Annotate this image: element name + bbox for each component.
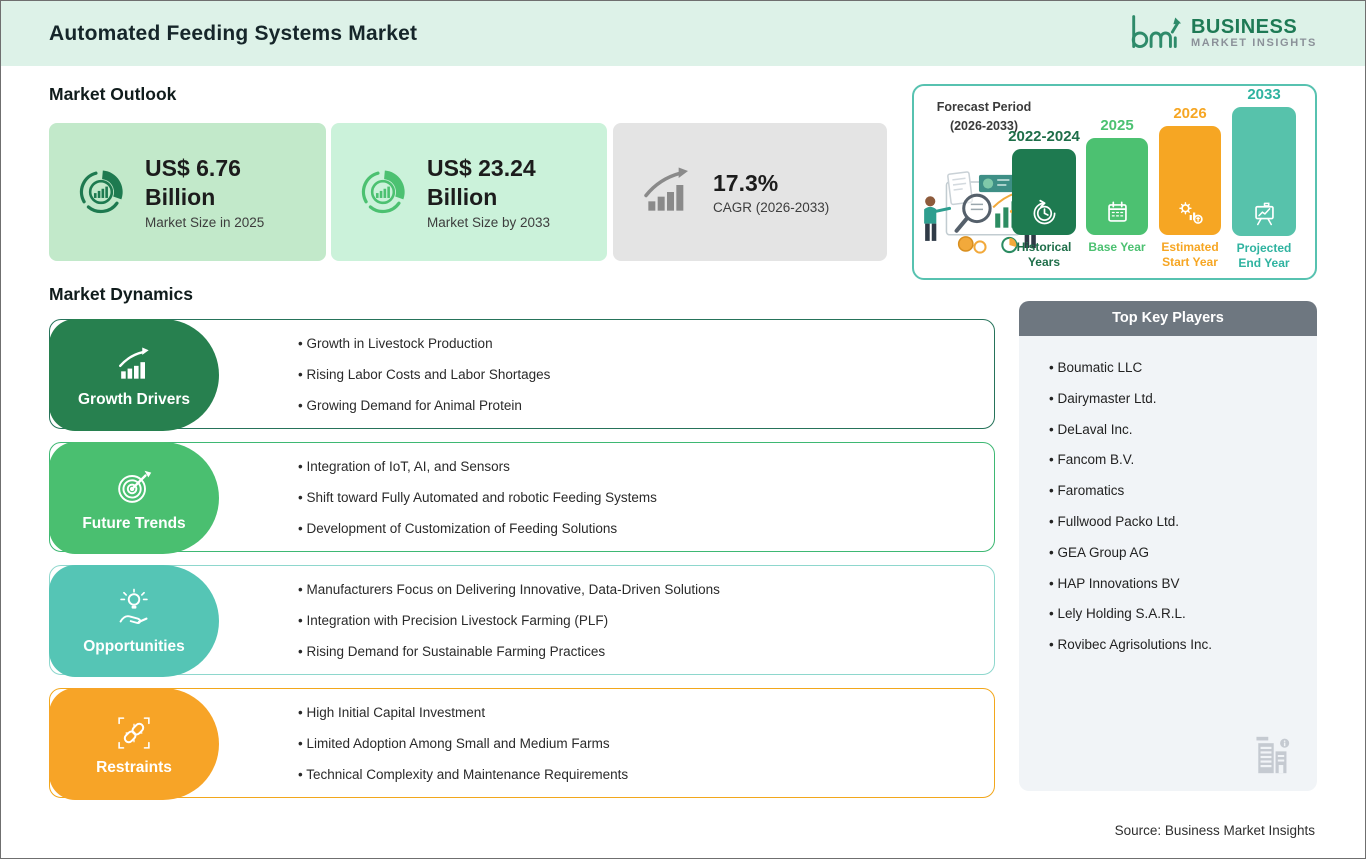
stat-card-cagr: 17.3% CAGR (2026-2033) [613, 123, 887, 261]
dynamics-row-opportunities: Opportunities Manufacturers Focus on Del… [49, 565, 995, 675]
stat-caption: Market Size in 2025 [145, 215, 264, 230]
dynamics-pill-label: Future Trends [82, 515, 185, 533]
stat-card-market-size-2033: US$ 23.24 Billion Market Size by 2033 [331, 123, 607, 261]
top-key-players-heading: Top Key Players [1019, 301, 1317, 336]
key-player-item: Faromatics [1049, 476, 1317, 507]
key-player-item: Fancom B.V. [1049, 445, 1317, 476]
forecast-bar-historical: 2022-2024 Historical Years [1012, 86, 1076, 278]
company-logo: BUSINESS MARKET INSIGHTS [1125, 11, 1317, 55]
buildings-icon [1251, 731, 1291, 779]
stat-value: US$ 23.24 Billion [427, 154, 550, 212]
stat-caption: Market Size by 2033 [427, 215, 550, 230]
opportunities-bullets: Manufacturers Focus on Delivering Innova… [298, 566, 720, 674]
growth-drivers-pill: Growth Drivers [49, 319, 219, 431]
bullet-item: Growth in Livestock Production [298, 336, 550, 351]
forecast-period-panel: Forecast Period (2026-2033) [912, 84, 1317, 280]
bar-role-label: Historical Years [1012, 240, 1076, 272]
bmi-logo-mark-icon [1125, 11, 1183, 55]
growth-drivers-bullets: Growth in Livestock Production Rising La… [298, 320, 550, 428]
bullet-item: Integration of IoT, AI, and Sensors [298, 459, 657, 474]
forecast-bar-projected: 2033 Projected End Year [1232, 86, 1296, 278]
bullet-item: Integration with Precision Livestock Far… [298, 613, 720, 628]
bullet-item: Shift toward Fully Automated and robotic… [298, 490, 657, 505]
key-player-item: DeLaval Inc. [1049, 415, 1317, 446]
bar-role-label: Base Year [1088, 240, 1145, 272]
key-players-list: Boumatic LLC Dairymaster Ltd. DeLaval In… [1019, 336, 1317, 661]
restraints-pill: Restraints [49, 688, 219, 800]
bar-historical [1012, 149, 1076, 235]
history-clock-icon [1031, 199, 1058, 226]
estimated-icon [1177, 199, 1204, 226]
future-trends-bullets: Integration of IoT, AI, and Sensors Shif… [298, 443, 657, 551]
dynamics-pill-label: Growth Drivers [78, 391, 190, 409]
market-outlook-heading: Market Outlook [49, 84, 176, 105]
bar-role-label: Estimated Start Year [1159, 240, 1221, 272]
top-key-players-panel: Top Key Players Boumatic LLC Dairymaster… [1019, 301, 1317, 791]
source-note: Source: Business Market Insights [1115, 823, 1315, 838]
dynamics-pill-label: Restraints [96, 759, 172, 777]
bullet-item: Rising Labor Costs and Labor Shortages [298, 367, 550, 382]
bar-projected [1232, 107, 1296, 236]
stat-value: US$ 6.76 Billion [145, 154, 264, 212]
market-dynamics-heading: Market Dynamics [49, 284, 193, 305]
bar-estimated [1159, 126, 1221, 235]
donut-chart-icon [357, 166, 409, 218]
bullet-item: Limited Adoption Among Small and Medium … [298, 736, 628, 751]
bar-role-label: Projected End Year [1232, 241, 1296, 272]
dynamics-row-future-trends: Future Trends Integration of IoT, AI, an… [49, 442, 995, 552]
bar-year-label: 2026 [1173, 105, 1206, 122]
key-player-item: Boumatic LLC [1049, 353, 1317, 384]
stat-value: 17.3% [713, 169, 829, 198]
stat-card-market-size-2025: US$ 6.76 Billion Market Size in 2025 [49, 123, 326, 261]
forecast-bar-base: 2025 Base Year [1086, 86, 1148, 278]
target-icon [111, 464, 157, 510]
growth-arrow-icon [639, 164, 695, 220]
page-title: Automated Feeding Systems Market [49, 1, 417, 66]
bullet-item: Growing Demand for Animal Protein [298, 398, 550, 413]
bullet-item: Rising Demand for Sustainable Farming Pr… [298, 644, 720, 659]
bullet-item: Technical Complexity and Maintenance Req… [298, 767, 628, 782]
forecast-bar-estimated: 2026 Estimated Start Year [1159, 86, 1221, 278]
infographic-canvas: Automated Feeding Systems Market BUSINES… [0, 0, 1366, 859]
bar-base [1086, 138, 1148, 235]
header-bar: Automated Feeding Systems Market BUSINES… [1, 1, 1365, 66]
key-player-item: HAP Innovations BV [1049, 569, 1317, 600]
key-player-item: Fullwood Packo Ltd. [1049, 507, 1317, 538]
dynamics-row-growth-drivers: Growth Drivers Growth in Livestock Produ… [49, 319, 995, 429]
bar-year-label: 2025 [1100, 117, 1133, 134]
calendar-icon [1104, 199, 1131, 226]
restraints-bullets: High Initial Capital Investment Limited … [298, 689, 628, 797]
key-player-item: Rovibec Agrisolutions Inc. [1049, 630, 1317, 661]
idea-hand-icon [111, 587, 157, 633]
key-player-item: Dairymaster Ltd. [1049, 384, 1317, 415]
logo-line2: MARKET INSIGHTS [1191, 38, 1317, 50]
bar-year-label: 2033 [1247, 86, 1280, 103]
future-trends-pill: Future Trends [49, 442, 219, 554]
logo-line1: BUSINESS [1191, 17, 1317, 38]
chain-icon [113, 712, 155, 754]
bar-year-label: 2022-2024 [1008, 128, 1080, 145]
donut-chart-icon [75, 166, 127, 218]
bullet-item: High Initial Capital Investment [298, 705, 628, 720]
bullet-item: Development of Customization of Feeding … [298, 521, 657, 536]
key-player-item: Lely Holding S.A.R.L. [1049, 599, 1317, 630]
opportunities-pill: Opportunities [49, 565, 219, 677]
projected-icon [1251, 200, 1278, 227]
stat-caption: CAGR (2026-2033) [713, 200, 829, 215]
dynamics-row-restraints: Restraints High Initial Capital Investme… [49, 688, 995, 798]
bullet-item: Manufacturers Focus on Delivering Innova… [298, 582, 720, 597]
key-player-item: GEA Group AG [1049, 538, 1317, 569]
top-key-players-body: Boumatic LLC Dairymaster Ltd. DeLaval In… [1019, 336, 1317, 791]
growth-arrow-icon [112, 342, 156, 386]
dynamics-pill-label: Opportunities [83, 638, 185, 656]
